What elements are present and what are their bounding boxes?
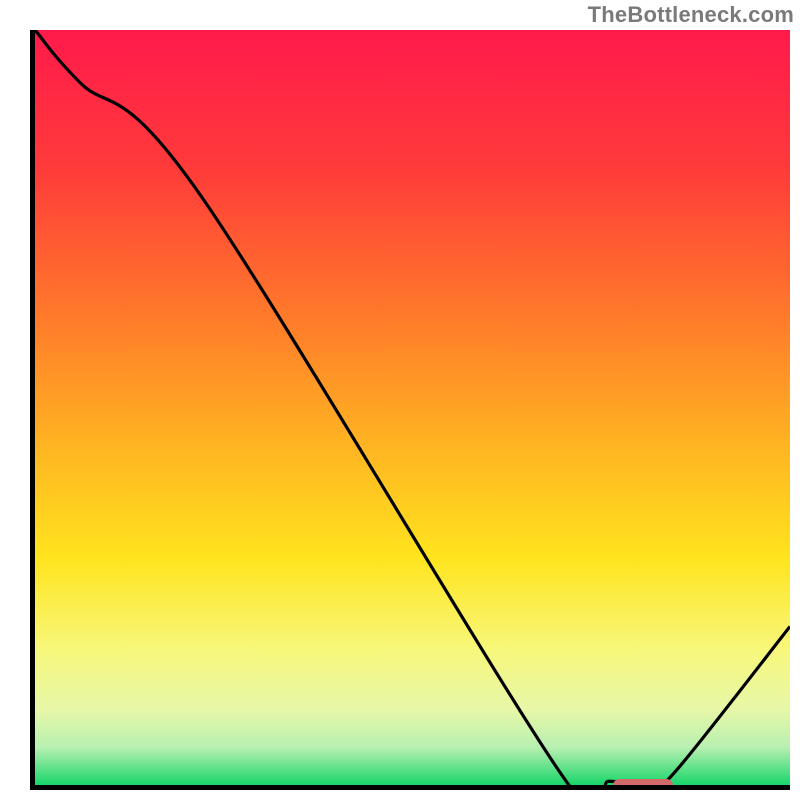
bottleneck-chart: TheBottleneck.com xyxy=(0,0,800,800)
plot-area xyxy=(30,30,790,790)
optimal-range-marker xyxy=(613,779,674,790)
curve-layer xyxy=(35,30,790,785)
attribution-label: TheBottleneck.com xyxy=(588,2,794,28)
bottleneck-curve xyxy=(35,30,790,785)
